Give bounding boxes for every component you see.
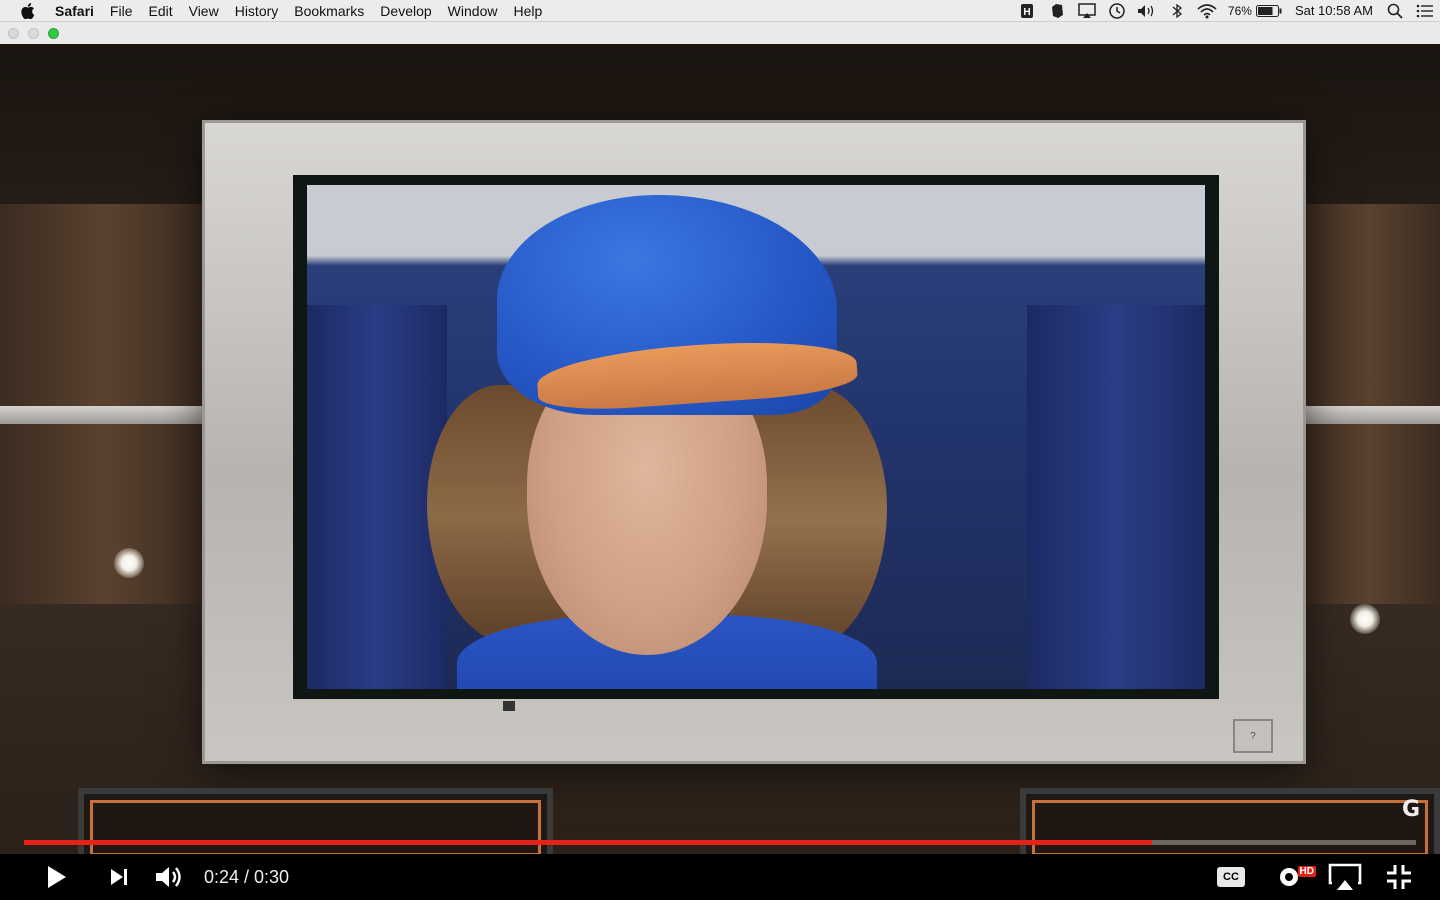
airplay-button[interactable] — [1318, 854, 1372, 900]
notification-center-icon[interactable] — [1410, 0, 1440, 22]
window-close-button[interactable] — [8, 28, 19, 39]
svg-text:H: H — [1023, 7, 1030, 18]
next-button[interactable] — [94, 854, 144, 900]
window-minimize-button[interactable] — [28, 28, 39, 39]
player-controls-right: CC HD — [1202, 854, 1440, 900]
background-wall-left — [0, 204, 210, 604]
channel-watermark: G — [1401, 796, 1421, 822]
clock[interactable]: Sat 10:58 AM — [1288, 3, 1380, 18]
airplay-icon — [1328, 863, 1362, 890]
menu-history[interactable]: History — [227, 0, 287, 22]
battery-status[interactable]: 76% — [1222, 4, 1288, 18]
menu-window[interactable]: Window — [440, 0, 506, 22]
time-display: 0:24 / 0:30 — [204, 866, 290, 887]
evernote-icon[interactable] — [1042, 0, 1072, 22]
string-light-left — [114, 548, 144, 578]
locker-left — [307, 305, 447, 689]
skip-next-icon — [111, 869, 127, 885]
progress-bar[interactable] — [24, 840, 1416, 845]
tv-frame: ? — [202, 120, 1306, 764]
volume-icon — [156, 867, 181, 887]
progress-played — [24, 840, 1152, 845]
menu-bar-status-area: H 76% Sat 10:58 AM — [1012, 0, 1440, 22]
airplay-icon[interactable] — [1072, 0, 1102, 22]
cc-icon: CC — [1217, 867, 1245, 887]
string-light-right — [1350, 604, 1380, 634]
tv-corner-badge: ? — [1233, 719, 1273, 753]
play-icon — [48, 866, 66, 888]
background-wall-right — [1300, 204, 1440, 604]
h-icon[interactable]: H — [1012, 0, 1042, 22]
time-machine-icon[interactable] — [1102, 0, 1132, 22]
menu-app-safari[interactable]: Safari — [46, 0, 102, 22]
menu-file[interactable]: File — [102, 0, 141, 22]
tv-screen — [307, 185, 1205, 689]
locker-right — [1027, 305, 1205, 689]
video-player[interactable]: ? G — [0, 44, 1440, 854]
menu-develop[interactable]: Develop — [372, 0, 439, 22]
background-shelf-right — [1300, 406, 1440, 424]
hd-badge: HD — [1297, 866, 1316, 877]
mute-button[interactable] — [144, 854, 194, 900]
captions-button[interactable]: CC — [1202, 854, 1260, 900]
wifi-icon[interactable] — [1192, 0, 1222, 22]
menu-bar: Safari File Edit View History Bookmarks … — [0, 0, 1440, 22]
exit-fullscreen-button[interactable] — [1372, 854, 1426, 900]
tv-bezel — [293, 175, 1219, 699]
window-title-bar — [0, 22, 1440, 44]
menu-help[interactable]: Help — [505, 0, 550, 22]
menu-edit[interactable]: Edit — [140, 0, 180, 22]
battery-percent: 76% — [1227, 3, 1252, 18]
menu-bookmarks[interactable]: Bookmarks — [286, 0, 372, 22]
menu-view[interactable]: View — [181, 0, 227, 22]
background-shelf-left — [0, 406, 210, 424]
player-controls: 0:24 / 0:30 CC HD — [0, 854, 1440, 900]
battery-icon — [1255, 4, 1282, 17]
volume-icon[interactable] — [1132, 0, 1162, 22]
window-zoom-button[interactable] — [48, 28, 59, 39]
play-button[interactable] — [32, 854, 82, 900]
exit-fullscreen-icon — [1387, 865, 1411, 889]
settings-button[interactable]: HD — [1260, 854, 1318, 900]
spotlight-search-icon[interactable] — [1380, 0, 1410, 22]
bluetooth-icon[interactable] — [1162, 0, 1192, 22]
tv-brand-logo — [503, 701, 515, 711]
apple-menu-icon[interactable] — [19, 2, 37, 20]
